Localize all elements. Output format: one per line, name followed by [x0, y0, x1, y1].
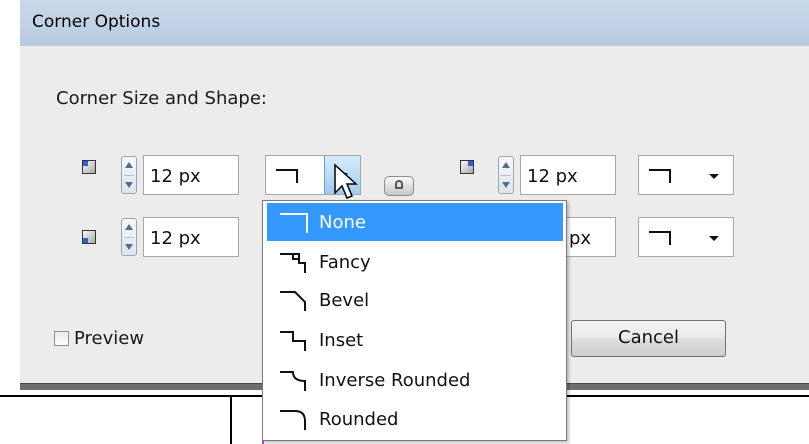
mouse-cursor-icon: [334, 163, 358, 199]
document-vertical-line: [230, 395, 232, 444]
top-right-shape-select[interactable]: [638, 155, 734, 195]
stepper-down-icon[interactable]: [125, 182, 133, 188]
option-label: None: [319, 212, 366, 233]
top-left-corner-icon: [82, 160, 96, 174]
stepper-up-icon[interactable]: [125, 162, 133, 168]
corner-inset-icon: [280, 331, 306, 351]
corner-rounded-icon: [280, 410, 306, 430]
dropdown-option-inverse-rounded[interactable]: Inverse Rounded: [267, 361, 563, 399]
bottom-right-shape-select[interactable]: [638, 217, 734, 257]
corner-bevel-icon: [280, 291, 306, 311]
bottom-left-corner-icon: [82, 230, 96, 244]
corner-none-icon: [280, 213, 308, 233]
top-left-size-field[interactable]: 12 px: [143, 155, 239, 195]
corner-none-icon: [276, 169, 298, 183]
bottom-left-size-stepper[interactable]: [121, 218, 137, 256]
dropdown-option-fancy[interactable]: Fancy: [267, 243, 563, 281]
dropdown-option-inset[interactable]: Inset: [267, 321, 563, 359]
corner-shape-dropdown: None Fancy Bevel Inset Inverse Rounded R…: [262, 200, 567, 441]
preview-label[interactable]: Preview: [74, 328, 144, 349]
preview-checkbox[interactable]: [54, 331, 69, 346]
stepper-up-icon[interactable]: [502, 162, 510, 168]
cancel-button[interactable]: Cancel: [571, 320, 726, 357]
lock-icon: [395, 180, 403, 189]
top-right-corner-icon: [460, 160, 474, 174]
corner-none-icon: [649, 231, 671, 245]
chevron-down-icon: [709, 236, 719, 241]
dropdown-option-none[interactable]: None: [267, 203, 563, 241]
option-label: Inverse Rounded: [319, 370, 471, 391]
option-label: Rounded: [319, 409, 399, 430]
option-label: Inset: [319, 330, 364, 351]
dropdown-option-bevel[interactable]: Bevel: [267, 281, 563, 319]
corner-inverse-rounded-icon: [280, 371, 306, 391]
top-left-size-stepper[interactable]: [121, 156, 137, 194]
dropdown-option-rounded[interactable]: Rounded: [267, 400, 563, 438]
chevron-down-icon: [709, 174, 719, 179]
bottom-left-size-field[interactable]: 12 px: [143, 217, 239, 257]
top-right-size-stepper[interactable]: [498, 156, 514, 194]
corner-fancy-icon: [280, 253, 306, 273]
option-label: Bevel: [319, 290, 370, 311]
stepper-up-icon[interactable]: [125, 224, 133, 230]
stepper-down-icon[interactable]: [125, 244, 133, 250]
dialog-title: Corner Options: [32, 12, 161, 32]
section-heading: Corner Size and Shape:: [56, 88, 267, 109]
option-label: Fancy: [319, 252, 371, 273]
top-right-size-field[interactable]: 12 px: [520, 155, 616, 195]
corner-none-icon: [649, 169, 671, 183]
link-corners-button[interactable]: [384, 176, 414, 196]
dialog-titlebar: Corner Options: [20, 0, 809, 47]
stepper-down-icon[interactable]: [502, 182, 510, 188]
